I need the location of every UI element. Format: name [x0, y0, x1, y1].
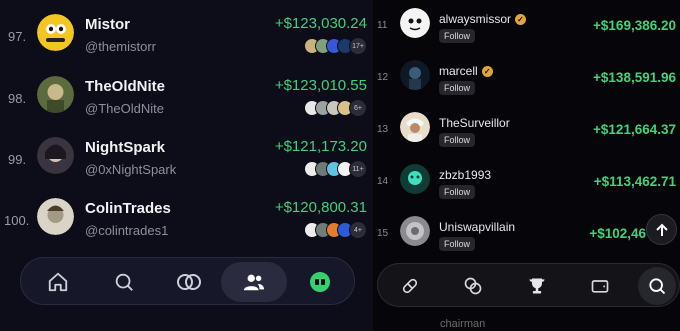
trader-handle: @TheOldNite — [85, 101, 164, 116]
search-icon[interactable] — [638, 267, 676, 305]
avatar[interactable] — [400, 216, 430, 246]
leaderboard-row[interactable]: 14 zbzb1993 Follow +$113,462.71 — [373, 159, 680, 211]
avatar[interactable] — [37, 76, 74, 113]
trader-name: TheSurveillor — [439, 116, 510, 130]
token-stack: 11+ — [304, 160, 367, 178]
scroll-to-top-button[interactable] — [646, 214, 677, 245]
follow-button[interactable]: Follow — [439, 29, 476, 43]
pill-icon[interactable] — [391, 267, 429, 305]
pnl-value: +$169,386.20 — [593, 18, 676, 33]
leaderboard-row[interactable]: 97. Mistor @themistorr +$123,030.24 17+ — [0, 12, 373, 73]
avatar[interactable] — [400, 112, 430, 142]
rank: 11 — [377, 20, 388, 31]
app-logo-icon[interactable] — [287, 262, 353, 302]
trader-name[interactable]: NightSpark — [85, 139, 165, 156]
leaderboard-row[interactable]: 13 TheSurveillor Follow +$121,664.37 — [373, 107, 680, 159]
avatar[interactable] — [37, 137, 74, 174]
trader-handle: @0xNightSpark — [85, 162, 177, 177]
leaderboard-row[interactable]: 15 Uniswapvillain Follow +$102,46 — [373, 211, 680, 263]
leaderboard-row[interactable]: 12 marcell ✓ Follow +$138,591.96 — [373, 55, 680, 107]
trader-name-line[interactable]: TheSurveillor — [439, 116, 510, 130]
trader-name[interactable]: ColinTrades — [85, 200, 171, 217]
trader-name-line[interactable]: marcell ✓ — [439, 64, 493, 78]
rank: 98. — [8, 91, 27, 106]
bottom-nav-bar — [377, 263, 680, 307]
trader-name[interactable]: TheOldNite — [85, 78, 165, 95]
trader-handle: @themistorr — [85, 39, 156, 54]
trader-name: marcell — [439, 64, 478, 78]
pnl-value: +$113,462.71 — [593, 174, 676, 189]
leaderboard-row[interactable]: 98. TheOldNite @TheOldNite +$123,010.55 … — [0, 74, 373, 135]
rank: 15 — [377, 228, 389, 239]
pnl-value: +$102,46 — [589, 226, 646, 241]
more-tokens-badge: 6+ — [349, 99, 367, 117]
pnl-value: +$121,664.37 — [593, 122, 676, 137]
avatar[interactable] — [400, 60, 430, 90]
trader-name[interactable]: Mistor — [85, 16, 130, 33]
trader-name: alwaysmissor — [439, 12, 512, 26]
pnl-value: +$121,173.20 — [274, 138, 367, 155]
avatar[interactable] — [400, 164, 430, 194]
search-icon[interactable] — [91, 262, 157, 302]
pnl-value: +$120,800.31 — [274, 199, 367, 216]
leaderboard-left-panel: 97. Mistor @themistorr +$123,030.24 17+ … — [0, 0, 373, 331]
token-stack: 17+ — [304, 37, 367, 55]
avatar[interactable] — [400, 8, 430, 38]
leaderboard-row[interactable]: 100. ColinTrades @colintrades1 +$120,800… — [0, 196, 373, 257]
rank: 99. — [8, 152, 27, 167]
verified-badge-icon: ✓ — [481, 65, 493, 77]
wallet-icon[interactable] — [581, 267, 619, 305]
trader-handle: @colintrades1 — [85, 223, 169, 238]
rank: 13 — [377, 124, 389, 135]
token-stack: 6+ — [304, 99, 367, 117]
leaderboard-row[interactable]: 99. NightSpark @0xNightSpark +$121,173.2… — [0, 135, 373, 196]
follow-button[interactable]: Follow — [439, 81, 476, 95]
trader-name-line[interactable]: zbzb1993 — [439, 168, 491, 182]
avatar[interactable] — [37, 198, 74, 235]
users-icon[interactable] — [221, 262, 287, 302]
home-icon[interactable] — [25, 262, 91, 302]
partially-visible-trader-name: chairman — [440, 318, 486, 330]
verified-badge-icon: ✓ — [515, 13, 527, 25]
trader-name-line[interactable]: Uniswapvillain — [439, 220, 515, 234]
avatar[interactable] — [37, 14, 74, 51]
more-tokens-badge: 4+ — [349, 221, 367, 239]
rank: 14 — [377, 176, 389, 187]
bottom-nav-bar — [20, 257, 355, 305]
follow-button[interactable]: Follow — [439, 237, 476, 251]
follow-button[interactable]: Follow — [439, 133, 476, 147]
trophy-icon[interactable] — [518, 267, 556, 305]
more-tokens-badge: 11+ — [349, 160, 367, 178]
trader-name: Uniswapvillain — [439, 220, 516, 234]
rank: 100. — [4, 213, 30, 228]
trader-name-line[interactable]: alwaysmissor ✓ — [439, 12, 527, 26]
token-stack: 4+ — [304, 221, 367, 239]
coins-icon[interactable] — [454, 267, 492, 305]
rank: 12 — [377, 72, 389, 83]
more-tokens-badge: 17+ — [349, 37, 367, 55]
trade-swap-icon[interactable] — [156, 262, 222, 302]
follow-button[interactable]: Follow — [439, 185, 476, 199]
trader-name: zbzb1993 — [439, 168, 492, 182]
leaderboard-row[interactable]: 11 alwaysmissor ✓ Follow +$169,386.20 — [373, 3, 680, 55]
pnl-value: +$123,010.55 — [274, 77, 367, 94]
rank: 97. — [8, 29, 27, 44]
pnl-value: +$123,030.24 — [274, 15, 367, 32]
arrow-up-icon — [655, 223, 668, 236]
pnl-value: +$138,591.96 — [593, 70, 676, 85]
